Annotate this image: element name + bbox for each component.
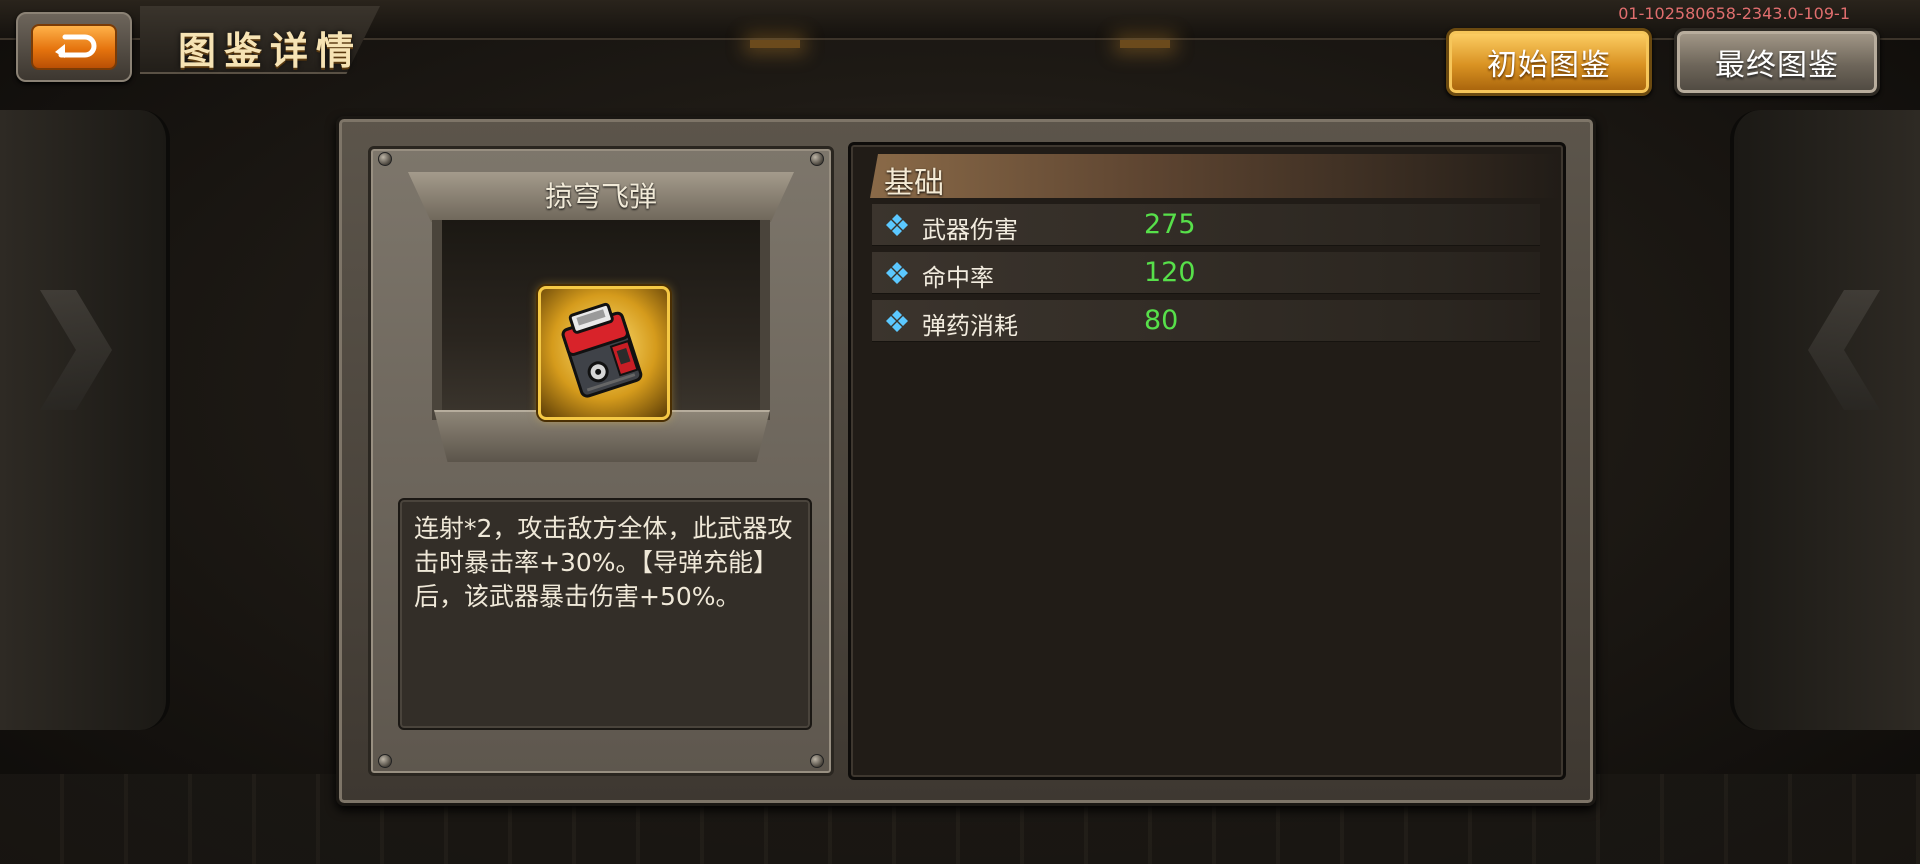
back-button[interactable] xyxy=(16,12,132,82)
background-lamp xyxy=(1120,40,1170,48)
diamond-bullet-icon xyxy=(886,262,908,284)
stat-label: 武器伤害 xyxy=(922,216,1018,244)
final-codex-button[interactable]: 最终图鉴 xyxy=(1674,28,1880,96)
initial-codex-button[interactable]: 初始图鉴 xyxy=(1446,28,1652,96)
item-icon-frame[interactable] xyxy=(538,286,670,420)
stat-row: 武器伤害 275 xyxy=(872,204,1540,246)
rivet xyxy=(378,754,392,768)
background-lamp xyxy=(750,40,800,48)
diamond-bullet-icon xyxy=(886,214,908,236)
stat-row: 弹药消耗 80 xyxy=(872,300,1540,342)
stat-label: 弹药消耗 xyxy=(922,312,1018,340)
section-header-bar xyxy=(870,154,1560,198)
back-button-face xyxy=(31,24,117,70)
build-id-label: 01-102580658-2343.0-109-1 xyxy=(1618,4,1850,23)
section-title-basic: 基础 xyxy=(884,166,944,201)
item-description: 连射*2，攻击敌方全体，此武器攻击时暴击率+30%。【导弹充能】后，该武器暴击伤… xyxy=(414,514,793,611)
stat-value: 275 xyxy=(1144,209,1196,240)
rivet xyxy=(810,754,824,768)
background-right-door xyxy=(1730,110,1920,730)
stat-value: 120 xyxy=(1144,257,1196,288)
stat-row: 命中率 120 xyxy=(872,252,1540,294)
page-title: 图鉴详情 xyxy=(178,29,363,73)
missile-pod-icon xyxy=(552,297,656,409)
rivet xyxy=(810,152,824,166)
item-name: 掠穹飞弹 xyxy=(544,180,657,213)
stat-value: 80 xyxy=(1144,305,1179,336)
stat-label: 命中率 xyxy=(922,264,994,292)
rivet xyxy=(378,152,392,166)
return-arrow-icon xyxy=(51,33,97,61)
diamond-bullet-icon xyxy=(886,310,908,332)
background-left-door xyxy=(0,110,170,730)
